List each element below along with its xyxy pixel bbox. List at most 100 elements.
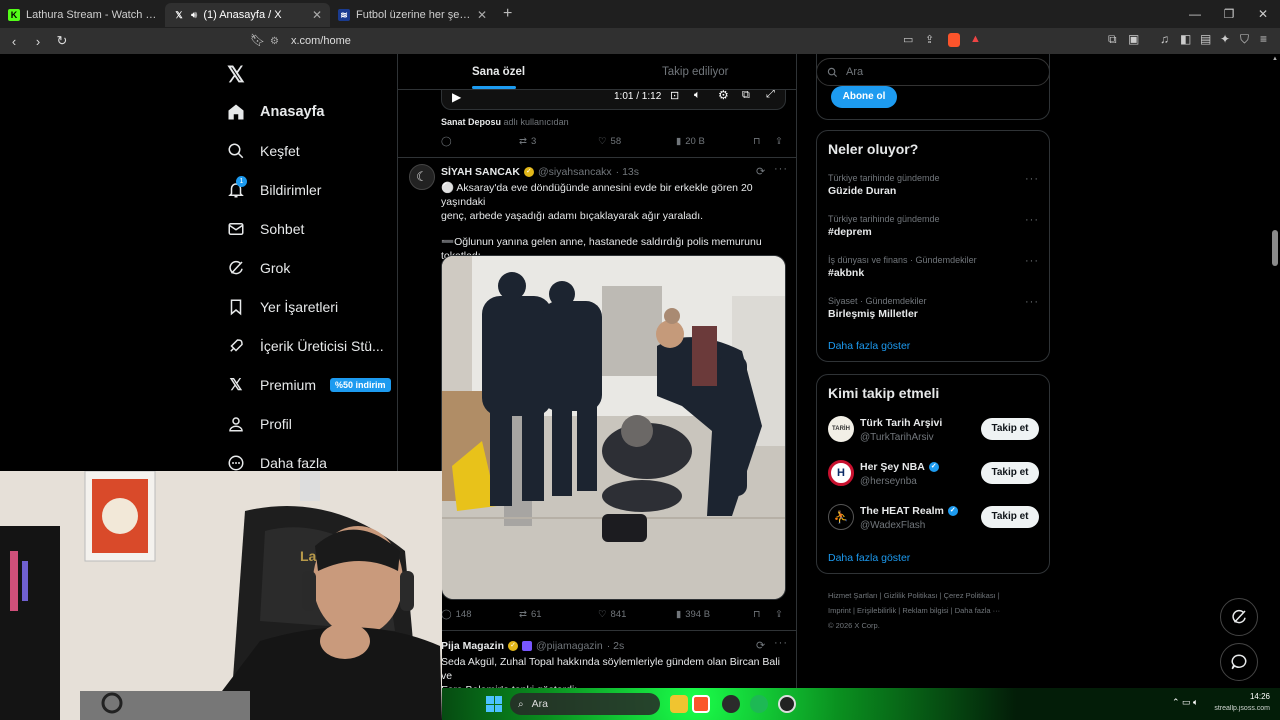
share-icon[interactable]: ⇪ (775, 609, 783, 620)
nav-explore[interactable]: Keşfet (226, 141, 300, 161)
like-button[interactable]: ♡ 58 (598, 136, 621, 147)
page-scrollbar[interactable]: ▲ (1270, 54, 1280, 688)
reply-icon[interactable]: ◯ (441, 136, 452, 147)
views-button[interactable]: ▮ 394 B (676, 609, 710, 620)
nav-premium[interactable]: 𝕏 Premium %50 indirim (226, 375, 391, 395)
avatar[interactable]: ☾ (409, 164, 435, 190)
grok-icon[interactable]: ⟳ (756, 165, 765, 178)
obs-icon[interactable] (778, 695, 796, 713)
bookmark-icon[interactable]: ⊓ (753, 609, 760, 620)
tab-for-you[interactable]: Sana özel (472, 66, 525, 89)
leo-ai-icon[interactable]: ✦ (1220, 32, 1230, 46)
play-icon[interactable]: ▶ (452, 90, 461, 104)
tab-following[interactable]: Takip ediliyor (662, 66, 728, 78)
spotify-icon[interactable] (750, 695, 768, 713)
trend-item[interactable]: Siyaset · Gündemdekiler Birleşmiş Millet… (817, 294, 1051, 334)
avatar[interactable]: TARİH (828, 416, 854, 442)
subscribe-button[interactable]: Abone ol (831, 86, 897, 108)
cast-icon[interactable]: ▭ (903, 33, 913, 46)
taskbar-clock[interactable]: 14:26 streallp.jsoss.com (1214, 691, 1270, 715)
share-icon[interactable]: ⇪ (775, 136, 783, 147)
scrollbar-thumb[interactable] (1272, 230, 1278, 266)
trend-item[interactable]: İş dünyası ve finans · Gündemdekiler #ak… (817, 253, 1051, 293)
close-tab-icon[interactable]: ✕ (477, 8, 487, 22)
more-options-icon[interactable]: ··· (774, 637, 788, 649)
system-tray-icons[interactable]: ⌃ ▭ 🔈︎ (1172, 697, 1198, 708)
retweet-button[interactable]: ⇄ 61 (519, 609, 542, 620)
speaker-icon[interactable]: 🔊︎ (191, 10, 197, 21)
tab-transfermarkt[interactable]: ≋ Futbol üzerine her şey: Piyasa Değerl … (330, 3, 495, 27)
file-explorer-icon[interactable] (670, 695, 688, 713)
tweet-time[interactable]: · 2s (607, 639, 625, 653)
settings-gear-icon[interactable]: ⚙ (718, 88, 729, 102)
reply-button[interactable]: ◯ 148 (441, 609, 472, 620)
new-tab-icon[interactable]: + (503, 5, 512, 23)
reload-icon[interactable]: ↻ (52, 33, 72, 49)
restore-icon[interactable]: ❐ (1212, 0, 1246, 28)
nav-home[interactable]: Anasayfa (226, 102, 324, 122)
follow-handle[interactable]: @herseynba (860, 476, 917, 487)
forward-icon[interactable]: › (28, 34, 48, 49)
brave-shields-icon[interactable] (948, 33, 960, 47)
tab-x-home[interactable]: 𝕏 🔊︎ (1) Anasayfa / X ✕ (165, 3, 330, 27)
bookmark-icon[interactable]: ⊓ (753, 136, 760, 147)
share-icon[interactable]: ⇪ (925, 33, 934, 46)
follow-name[interactable]: The HEAT Realm ✓ (860, 505, 958, 517)
author-name[interactable]: SİYAH SANCAK (441, 165, 520, 179)
x-logo-icon[interactable]: 𝕏 (227, 62, 245, 88)
grok-icon[interactable]: ⟳ (756, 639, 765, 652)
avatar[interactable]: ⛹ (828, 504, 854, 530)
show-more-follow-link[interactable]: Daha fazla göster (828, 552, 910, 564)
views-button[interactable]: ▮ 20 B (676, 136, 705, 147)
follow-name[interactable]: Türk Tarih Arşivi (860, 417, 942, 429)
show-more-trends-link[interactable]: Daha fazla göster (828, 340, 910, 352)
back-icon[interactable]: ‹ (4, 34, 24, 49)
follow-handle[interactable]: @TurkTarihArsiv (860, 432, 934, 443)
nav-notifications[interactable]: 1 Bildirimler (226, 176, 321, 200)
more-options-icon[interactable]: ··· (1025, 255, 1039, 267)
footer-line[interactable]: Imprint | Erişilebilirlik | Reklam bilgi… (828, 603, 1048, 618)
scroll-up-icon[interactable]: ▲ (1272, 56, 1278, 62)
site-info-icon[interactable]: ⚙ (270, 36, 279, 47)
extensions-icon[interactable]: ⧉ (1108, 32, 1117, 47)
source-name[interactable]: Sanat Deposu (441, 117, 501, 127)
author-handle[interactable]: @siyahsancakx (538, 165, 612, 179)
reader-icon[interactable]: ▣ (1128, 32, 1139, 46)
tweet-media-video[interactable] (441, 255, 786, 600)
more-options-icon[interactable]: ··· (1025, 214, 1039, 226)
follow-name[interactable]: Her Şey NBA ✓ (860, 461, 939, 473)
follow-button[interactable]: Takip et (981, 506, 1039, 528)
author-name[interactable]: Pija Magazin (441, 639, 504, 653)
grok-fab-button[interactable] (1220, 598, 1258, 636)
more-options-icon[interactable]: ··· (774, 163, 788, 175)
tab-kick[interactable]: K Lathura Stream - Watch Live on Kick (0, 3, 165, 27)
url-field[interactable]: ⚙ x.com/home (270, 31, 990, 51)
media-icon[interactable]: ♫ (1160, 32, 1169, 46)
taskbar-search[interactable]: ⌕ Ara (510, 693, 660, 715)
windows-start-icon[interactable] (486, 696, 502, 712)
minimize-icon[interactable]: — (1178, 0, 1212, 28)
bookmark-page-icon[interactable]: 🔖︎ (250, 33, 265, 47)
volume-icon[interactable]: 🔈︎ (694, 89, 701, 102)
nav-more[interactable]: Daha fazla (226, 453, 327, 473)
more-options-icon[interactable]: ··· (1025, 296, 1039, 308)
brave-rewards-icon[interactable]: ▲ (970, 33, 981, 45)
more-options-icon[interactable]: ··· (1025, 173, 1039, 185)
menu-icon[interactable]: ≡ (1260, 32, 1267, 46)
wallet-icon[interactable]: ▤ (1200, 32, 1211, 46)
steam-icon[interactable] (722, 695, 740, 713)
vpn-icon[interactable]: ⛉ (1240, 32, 1249, 47)
brave-browser-icon[interactable] (692, 695, 710, 713)
tweet-time[interactable]: · 13s (616, 165, 639, 179)
trend-item[interactable]: Türkiye tarihinde gündemde Güzide Duran … (817, 171, 1051, 211)
nav-bookmarks[interactable]: Yer İşaretleri (226, 297, 338, 317)
nav-creator-studio[interactable]: İçerik Üreticisi Stü... (226, 336, 384, 356)
nav-profile[interactable]: Profil (226, 414, 292, 434)
follow-handle[interactable]: @WadexFlash (860, 520, 925, 531)
pip-icon[interactable]: ⧉ (742, 89, 750, 102)
captions-icon[interactable]: ⊡ (670, 89, 679, 102)
footer-line[interactable]: Hizmet Şartları | Gizlilik Politikası | … (828, 588, 1048, 603)
close-window-icon[interactable]: ✕ (1246, 0, 1280, 28)
nav-grok[interactable]: Grok (226, 258, 290, 278)
retweet-button[interactable]: ⇄ 3 (519, 136, 536, 147)
